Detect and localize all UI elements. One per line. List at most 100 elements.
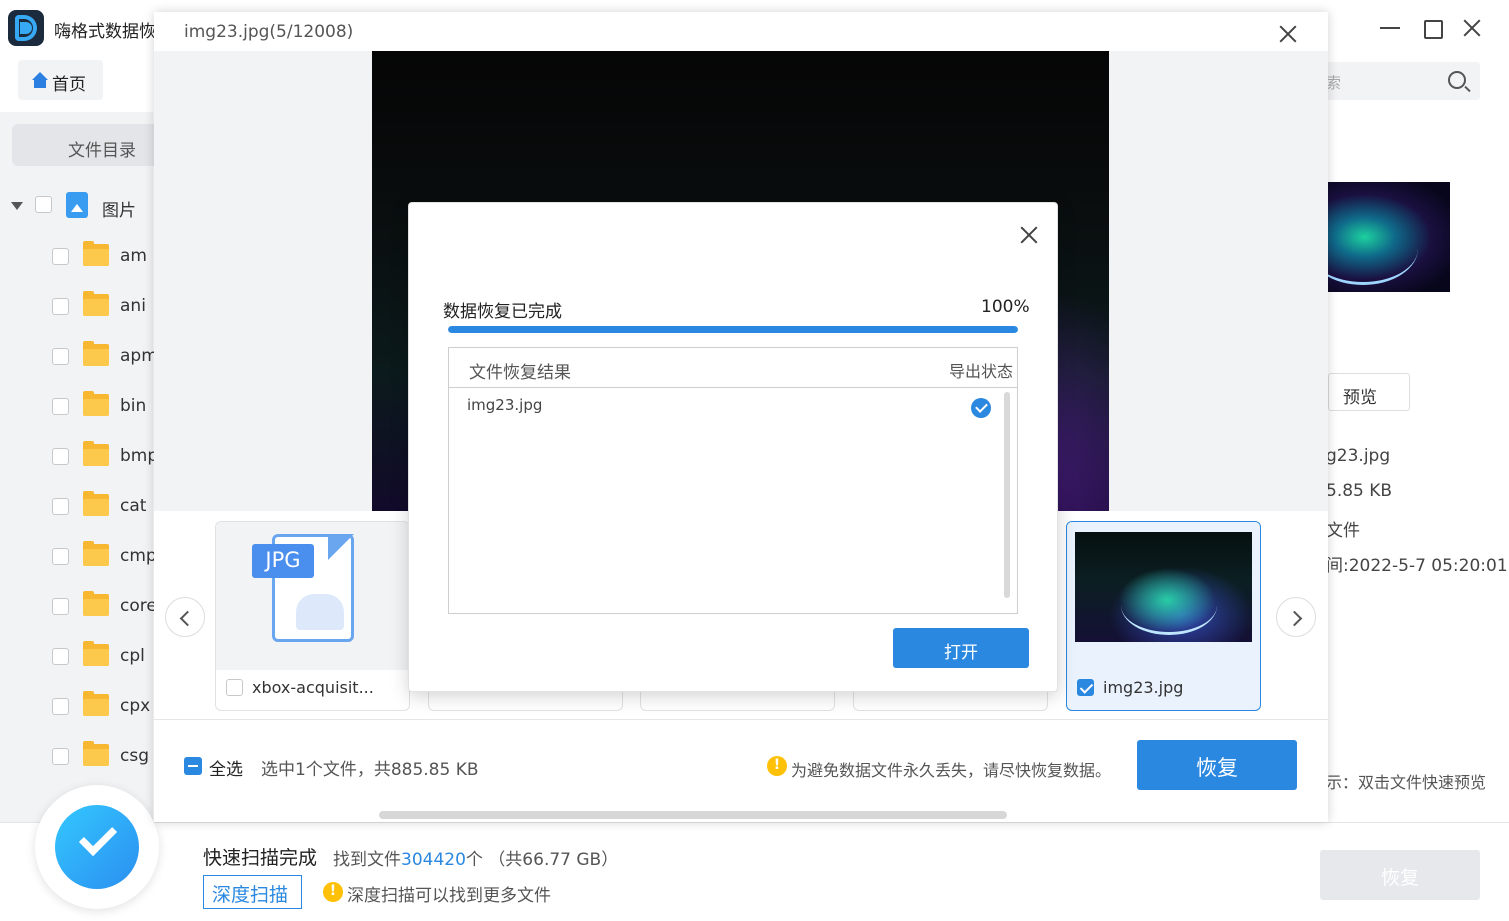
close-icon[interactable] bbox=[1458, 14, 1486, 42]
recover-button-label: 恢复 bbox=[1380, 867, 1419, 889]
open-button[interactable]: 打开 bbox=[893, 628, 1029, 668]
vertical-scrollbar[interactable] bbox=[1004, 392, 1010, 598]
folder-label: bin bbox=[120, 396, 147, 416]
recovery-dialog: 数据恢复已完成 100% 文件恢复结果 导出状态 img23.jpg 打开 bbox=[408, 202, 1058, 692]
folder-label: am bbox=[120, 246, 147, 266]
table-row[interactable]: img23.jpg bbox=[449, 388, 1009, 424]
folder-checkbox[interactable] bbox=[52, 498, 69, 515]
folder-checkbox[interactable] bbox=[52, 248, 69, 265]
app-logo-icon bbox=[8, 10, 44, 46]
tree-root-checkbox[interactable] bbox=[35, 196, 52, 213]
close-icon[interactable] bbox=[1015, 221, 1043, 249]
recover-button-label: 恢复 bbox=[1196, 756, 1238, 780]
found-suffix: 个 （共66.77 GB） bbox=[465, 850, 619, 870]
folder-checkbox[interactable] bbox=[52, 748, 69, 765]
sidebar-folder-item[interactable]: ani bbox=[0, 291, 153, 322]
app-title: 嗨格式数据恢 bbox=[54, 22, 154, 42]
sidebar-folder-item[interactable]: cmp bbox=[0, 541, 157, 572]
close-icon[interactable] bbox=[1274, 20, 1302, 48]
sidebar-folder-item[interactable]: core bbox=[0, 591, 157, 622]
preview-footer: 全选 选中1个文件，共885.85 KB 为避免数据文件永久丢失，请尽快恢复数据… bbox=[154, 719, 1328, 809]
result-file-name: img23.jpg bbox=[467, 396, 543, 414]
thumbnail-label: xbox-acquisit... bbox=[252, 678, 374, 697]
deep-scan-button[interactable]: 深度扫描 bbox=[203, 875, 302, 909]
folder-icon bbox=[83, 541, 109, 566]
folder-label: apm bbox=[120, 346, 158, 366]
folder-icon bbox=[83, 691, 109, 716]
detail-file-name: g23.jpg bbox=[1326, 446, 1391, 466]
jpg-tag-label: JPG bbox=[265, 548, 301, 572]
scan-status-bar: 快速扫描完成 找到文件304420个 （共66.77 GB） 深度扫描 深度扫描… bbox=[0, 785, 1509, 921]
scan-complete-badge bbox=[35, 785, 159, 909]
folder-label: cpx bbox=[120, 696, 151, 716]
progress-bar bbox=[448, 326, 1018, 333]
file-preview-thumbnail[interactable] bbox=[1308, 182, 1450, 292]
folder-icon bbox=[83, 741, 109, 766]
thumbnail-checkbox[interactable] bbox=[226, 679, 243, 696]
search-input[interactable]: 索 bbox=[1310, 62, 1480, 100]
recover-button-disabled: 恢复 bbox=[1320, 850, 1480, 900]
thumbnail-card[interactable]: JPG xbox-acquisit... bbox=[215, 521, 410, 711]
preview-button[interactable]: 预览 bbox=[1328, 373, 1410, 411]
folder-icon bbox=[83, 491, 109, 516]
folder-icon bbox=[83, 341, 109, 366]
search-icon[interactable] bbox=[1448, 71, 1466, 89]
folder-icon bbox=[83, 641, 109, 666]
warning-icon bbox=[767, 756, 787, 776]
thumbnail-card-selected[interactable]: img23.jpg bbox=[1066, 521, 1261, 711]
folder-checkbox[interactable] bbox=[52, 548, 69, 565]
folder-checkbox[interactable] bbox=[52, 648, 69, 665]
folder-checkbox[interactable] bbox=[52, 698, 69, 715]
folder-label: bmp bbox=[120, 446, 159, 466]
found-count: 304420 bbox=[401, 850, 466, 870]
recover-button[interactable]: 恢复 bbox=[1137, 740, 1297, 790]
preview-button-label: 预览 bbox=[1343, 388, 1377, 408]
folder-icon bbox=[83, 441, 109, 466]
sidebar-folder-item[interactable]: apm bbox=[0, 341, 158, 372]
home-tab[interactable]: 首页 bbox=[18, 60, 103, 100]
sidebar-folder-item[interactable]: cat bbox=[0, 491, 153, 522]
folder-checkbox[interactable] bbox=[52, 348, 69, 365]
column-header-state: 导出状态 bbox=[949, 362, 1014, 381]
horizontal-scrollbar[interactable] bbox=[379, 811, 1007, 819]
folder-icon bbox=[83, 391, 109, 416]
file-directory-tab[interactable]: 文件目录 bbox=[12, 124, 162, 166]
maximize-icon[interactable] bbox=[1418, 14, 1446, 42]
chevron-right-icon[interactable] bbox=[1276, 597, 1316, 637]
open-button-label: 打开 bbox=[944, 643, 978, 663]
select-all-label[interactable]: 全选 bbox=[209, 755, 243, 780]
home-icon bbox=[32, 72, 48, 88]
thumbnail-checkbox-checked[interactable] bbox=[1077, 679, 1094, 696]
progress-fill bbox=[448, 326, 1018, 333]
sidebar-folder-item[interactable]: cpx bbox=[0, 691, 153, 722]
folder-checkbox[interactable] bbox=[52, 398, 69, 415]
sidebar-folder-item[interactable]: am bbox=[0, 241, 153, 272]
folder-checkbox[interactable] bbox=[52, 298, 69, 315]
detail-tip: 示：双击文件快速预览 bbox=[1326, 773, 1487, 792]
folder-checkbox[interactable] bbox=[52, 598, 69, 615]
home-tab-label: 首页 bbox=[52, 75, 86, 95]
search-placeholder: 索 bbox=[1326, 74, 1342, 92]
scan-found-summary: 找到文件304420个 （共66.77 GB） bbox=[333, 845, 618, 870]
selection-summary: 选中1个文件，共885.85 KB bbox=[261, 760, 479, 780]
folder-icon bbox=[83, 241, 109, 266]
chevron-down-icon[interactable] bbox=[11, 202, 23, 210]
tree-root-label[interactable]: 图片 bbox=[102, 196, 136, 221]
folder-icon bbox=[83, 591, 109, 616]
sidebar-folder-item[interactable]: bin bbox=[0, 391, 153, 422]
folder-label: core bbox=[120, 596, 157, 616]
recovery-status: 数据恢复已完成 bbox=[443, 302, 562, 322]
thumbnail-label: img23.jpg bbox=[1103, 678, 1184, 697]
thumbnail-image bbox=[1075, 532, 1252, 642]
sidebar: 文件目录 图片 am ani apm bin bmp cat cmp core … bbox=[0, 112, 162, 822]
folder-label: cat bbox=[120, 496, 147, 516]
table-header: 文件恢复结果 导出状态 bbox=[449, 348, 1017, 388]
select-all-checkbox[interactable] bbox=[184, 757, 202, 775]
minimize-icon[interactable] bbox=[1376, 14, 1404, 42]
sidebar-folder-item[interactable]: csg bbox=[0, 741, 153, 772]
sidebar-folder-item[interactable]: bmp bbox=[0, 441, 158, 472]
image-folder-icon bbox=[66, 192, 88, 218]
folder-checkbox[interactable] bbox=[52, 448, 69, 465]
chevron-left-icon[interactable] bbox=[165, 597, 205, 637]
sidebar-folder-item[interactable]: cpl bbox=[0, 641, 153, 672]
